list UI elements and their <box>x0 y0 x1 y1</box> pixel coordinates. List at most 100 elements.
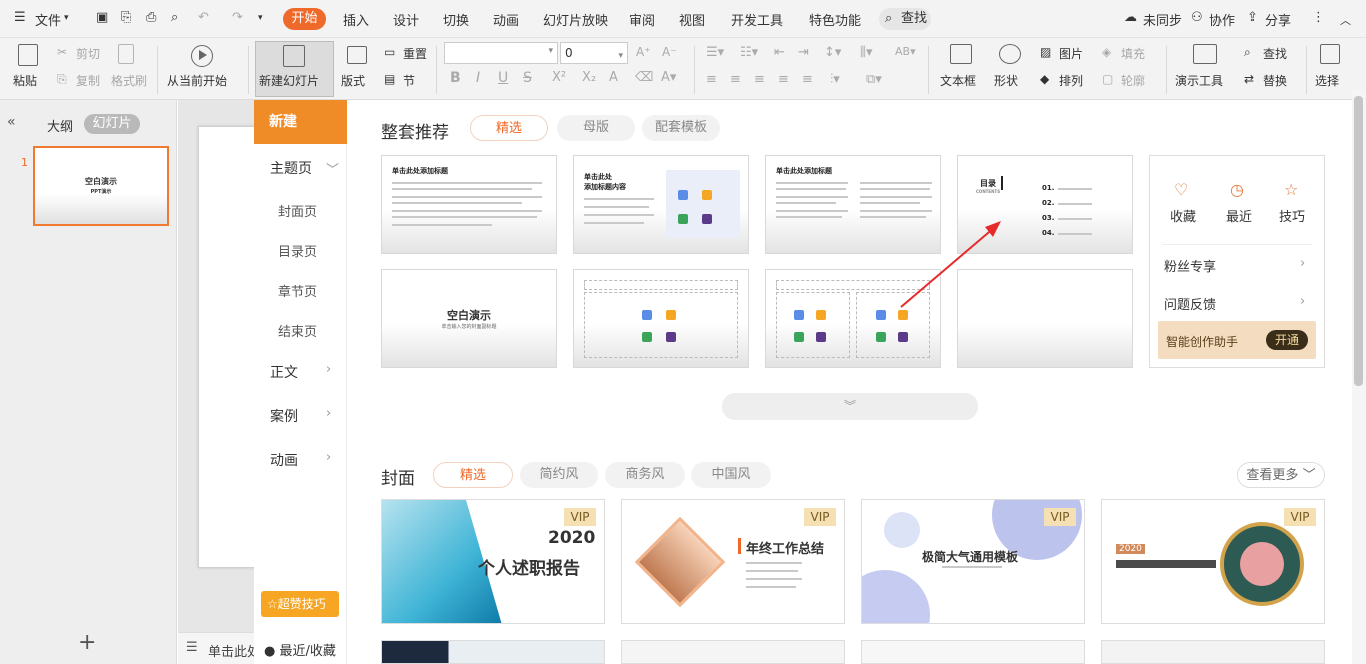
tab-review[interactable]: 审阅 <box>629 10 655 29</box>
clear-format-icon[interactable]: A <box>609 70 618 85</box>
format-painter-icon[interactable] <box>118 44 134 64</box>
indent-decrease-icon[interactable]: ⇤ <box>774 45 785 60</box>
arrange-button[interactable]: 排列 <box>1059 72 1083 89</box>
shape-icon[interactable] <box>999 44 1021 64</box>
template-card[interactable]: 单击此处 添加标题内容 <box>573 155 749 254</box>
quick-access-icon[interactable]: ▾ <box>258 13 263 23</box>
open-button[interactable]: 开通 <box>1266 330 1308 350</box>
font-increase-icon[interactable]: A⁺ <box>636 45 651 59</box>
present-tools-icon[interactable] <box>1193 44 1217 64</box>
cover-template-card[interactable]: VIP 年终工作总结 <box>621 499 845 624</box>
align-left-icon[interactable]: ≡ <box>706 72 717 87</box>
cover-template-card[interactable]: VIP 2020 <box>1101 499 1325 624</box>
bullet-list-icon[interactable]: ☰▾ <box>706 45 724 60</box>
picture-button[interactable]: 图片 <box>1059 45 1083 62</box>
shape-button[interactable]: 形状 <box>994 72 1018 89</box>
smartart-icon[interactable]: ⧉▾ <box>866 72 882 87</box>
share-button[interactable]: 分享 <box>1265 10 1291 29</box>
ai-assistant-banner[interactable]: 智能创作助手 开通 <box>1158 321 1316 359</box>
textbox-icon[interactable] <box>950 44 972 64</box>
nav-cover[interactable]: 封面页 <box>278 201 317 220</box>
format-painter-button[interactable]: 格式刷 <box>111 72 147 89</box>
play-icon[interactable] <box>191 45 213 67</box>
distribute-icon[interactable]: ≡ <box>802 72 813 87</box>
nav-animation[interactable]: 动画 <box>270 450 298 470</box>
select-button[interactable]: 选择 <box>1315 72 1339 89</box>
tab-transition[interactable]: 切换 <box>443 10 469 29</box>
tab-animation[interactable]: 动画 <box>493 10 519 29</box>
fans-link[interactable]: 粉丝专享 <box>1164 256 1216 275</box>
tab-developer[interactable]: 开发工具 <box>731 10 783 29</box>
strikethrough-icon[interactable]: S <box>523 70 532 86</box>
file-menu[interactable]: 文件 <box>35 10 61 29</box>
superscript-icon[interactable]: X² <box>552 70 566 85</box>
play-from-current-button[interactable]: 从当前开始 <box>167 72 227 89</box>
tab-slideshow[interactable]: 幻灯片放映 <box>543 10 608 29</box>
replace-icon[interactable]: ⇄ <box>1244 72 1254 86</box>
collab-button[interactable]: 协作 <box>1209 10 1235 29</box>
nav-body[interactable]: 正文 <box>270 362 298 382</box>
tab-insert[interactable]: 插入 <box>343 10 369 29</box>
align-center-icon[interactable]: ≡ <box>730 72 741 87</box>
paste-icon[interactable] <box>18 44 38 66</box>
text-direction-icon[interactable]: AB▾ <box>895 45 916 58</box>
feedback-link[interactable]: 问题反馈 <box>1164 294 1216 313</box>
column-icon[interactable]: ⫼▾ <box>860 45 873 60</box>
tab-home[interactable]: 开始 <box>283 8 326 30</box>
reset-icon[interactable]: ▭ <box>384 45 395 59</box>
fav-button[interactable]: 收藏 <box>1170 206 1196 225</box>
undo-icon[interactable]: ↶ <box>198 10 209 25</box>
scissors-icon[interactable]: ✂ <box>57 45 67 59</box>
tab-view[interactable]: 视图 <box>679 10 705 29</box>
preview-icon[interactable]: ⌕ <box>171 10 178 25</box>
collapse-panel-icon[interactable]: « <box>7 114 16 130</box>
scrollbar-thumb[interactable] <box>1354 96 1363 386</box>
outline-icon[interactable]: ▢ <box>1102 72 1113 86</box>
template-card[interactable] <box>573 269 749 368</box>
picture-icon[interactable]: ▨ <box>1040 45 1051 59</box>
cover-tab-chinese[interactable]: 中国风 <box>691 462 771 488</box>
slide-canvas[interactable] <box>198 126 258 568</box>
font-size-combo[interactable]: 0 ▾ <box>560 42 628 64</box>
arrange-icon[interactable]: ◆ <box>1040 72 1049 86</box>
font-name-combo[interactable]: ▾ <box>444 42 558 64</box>
recent-fav-button[interactable]: ● 最近/收藏 <box>264 640 336 659</box>
font-decrease-icon[interactable]: A⁻ <box>662 45 677 59</box>
fill-button[interactable]: 填充 <box>1121 45 1145 62</box>
cover-tab-business[interactable]: 商务风 <box>605 462 685 488</box>
section-button[interactable]: 节 <box>403 72 415 89</box>
cover-tab-featured[interactable]: 精选 <box>433 462 513 488</box>
cover-tab-simple[interactable]: 简约风 <box>520 462 598 488</box>
collapse-ribbon-icon[interactable]: ︿ <box>1340 12 1351 28</box>
cut-button[interactable]: 剪切 <box>76 45 100 62</box>
fill-icon[interactable]: ◈ <box>1102 45 1111 59</box>
layout-icon[interactable] <box>347 46 367 64</box>
bold-icon[interactable]: B <box>450 70 461 86</box>
font-color-icon[interactable]: A▾ <box>661 70 676 85</box>
find-button[interactable]: 查找 <box>1263 45 1287 62</box>
indent-increase-icon[interactable]: ⇥ <box>798 45 809 60</box>
tab-design[interactable]: 设计 <box>393 10 419 29</box>
tab-slides[interactable]: 幻灯片 <box>84 114 140 134</box>
view-more-button[interactable]: 查看更多 ﹀ <box>1237 462 1325 488</box>
reset-button[interactable]: 重置 <box>403 45 427 62</box>
save-icon[interactable]: ▣ <box>96 10 108 25</box>
nav-case[interactable]: 案例 <box>270 406 298 426</box>
more-icon[interactable]: ⋮ <box>1312 10 1325 25</box>
eraser-icon[interactable]: ⌫ <box>635 70 653 85</box>
outline-button[interactable]: 轮廓 <box>1121 72 1145 89</box>
nav-theme[interactable]: 主题页 <box>270 158 312 178</box>
textbox-button[interactable]: 文本框 <box>940 72 976 89</box>
new-slide-button[interactable]: 新建幻灯片 <box>255 41 334 97</box>
slide-thumbnail[interactable]: 空白演示 PPT演示 <box>33 146 169 226</box>
section-icon[interactable]: ▤ <box>384 72 395 86</box>
suite-tab-featured[interactable]: 精选 <box>470 115 548 141</box>
find-icon[interactable]: ⌕ <box>1244 45 1251 60</box>
copy-button[interactable]: 复制 <box>76 72 100 89</box>
nav-chapter[interactable]: 章节页 <box>278 281 317 300</box>
cover-template-card[interactable]: VIP 2020 个人述职报告 <box>381 499 605 624</box>
subscript-icon[interactable]: X₂ <box>582 70 596 85</box>
tab-special[interactable]: 特色功能 <box>809 10 861 29</box>
unsync-button[interactable]: 未同步 <box>1143 10 1182 29</box>
expand-button[interactable]: ︾ <box>722 393 978 420</box>
